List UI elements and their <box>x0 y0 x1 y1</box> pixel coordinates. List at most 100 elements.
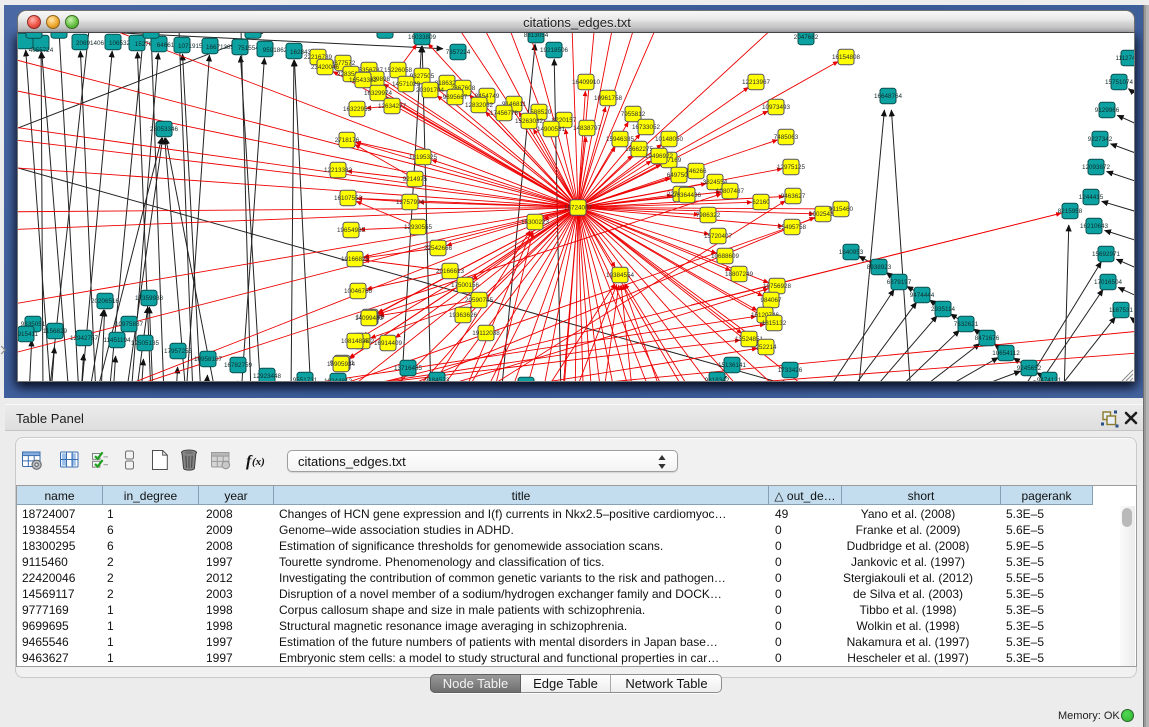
svg-text:14099483: 14099483 <box>355 315 384 322</box>
svg-text:16107553: 16107553 <box>334 195 363 202</box>
svg-text:20691406: 20691406 <box>76 40 105 47</box>
svg-text:12213967: 12213967 <box>742 79 771 86</box>
svg-text:16671385: 16671385 <box>206 44 235 51</box>
svg-text:19654985: 19654985 <box>337 227 366 234</box>
svg-text:9591862: 9591862 <box>263 47 288 54</box>
svg-text:9129966: 9129966 <box>1095 107 1120 114</box>
svg-text:1167531: 1167531 <box>1109 307 1134 314</box>
svg-text:16733052: 16733052 <box>632 124 661 131</box>
svg-text:15300223: 15300223 <box>521 219 550 226</box>
svg-text:8215958: 8215958 <box>1058 208 1083 215</box>
svg-text:252214: 252214 <box>755 344 777 351</box>
svg-text:10148050: 10148050 <box>655 136 684 143</box>
svg-text:19756928: 19756928 <box>763 283 792 290</box>
svg-text:17957255: 17957255 <box>164 348 193 355</box>
svg-text:11127434: 11127434 <box>1115 55 1135 62</box>
svg-text:22542666: 22542666 <box>424 245 453 252</box>
svg-text:16210643: 16210643 <box>1080 223 1109 230</box>
svg-text:10046766: 10046766 <box>344 288 373 295</box>
svg-text:9474121: 9474121 <box>1037 377 1062 382</box>
svg-text:17359938: 17359938 <box>135 295 164 302</box>
svg-text:17016504: 17016504 <box>1094 279 1123 286</box>
svg-text:12923448: 12923448 <box>253 373 282 380</box>
svg-text:9895667: 9895667 <box>443 94 468 101</box>
svg-text:8813054: 8813054 <box>524 33 549 39</box>
svg-text:9227342: 9227342 <box>1088 136 1113 143</box>
svg-text:19363626: 19363626 <box>449 312 478 319</box>
svg-text:28053346: 28053346 <box>150 126 179 133</box>
svg-text:14900581: 14900581 <box>537 126 566 133</box>
svg-text:19166825: 19166825 <box>341 256 370 263</box>
svg-text:10814825: 10814825 <box>341 338 370 345</box>
svg-text:12975125: 12975125 <box>777 164 806 171</box>
svg-text:984067: 984067 <box>760 297 782 304</box>
svg-text:9214975: 9214975 <box>403 176 428 183</box>
svg-text:10973493: 10973493 <box>762 104 791 111</box>
svg-text:14838797: 14838797 <box>573 125 602 132</box>
svg-text:1733426: 1733426 <box>778 367 803 374</box>
svg-text:9551731: 9551731 <box>293 377 318 382</box>
svg-text:9474444: 9474444 <box>910 292 935 299</box>
svg-text:20364436: 20364436 <box>673 192 702 199</box>
svg-text:18662275: 18662275 <box>625 146 654 153</box>
svg-text:62160: 62160 <box>752 199 770 206</box>
svg-text:12832052: 12832052 <box>465 102 494 109</box>
svg-text:19384554: 19384554 <box>606 272 635 279</box>
svg-text:12213382: 12213382 <box>324 167 353 174</box>
svg-text:9818342: 9818342 <box>705 377 730 382</box>
svg-text:1244415: 1244415 <box>1079 194 1104 201</box>
svg-text:10807487: 10807487 <box>716 188 745 195</box>
svg-text:15751074: 15751074 <box>1105 79 1134 86</box>
svg-text:9245652: 9245652 <box>1017 365 1042 372</box>
svg-text:10975887: 10975887 <box>115 321 144 328</box>
svg-text:16543382: 16543382 <box>349 77 378 84</box>
svg-text:18807249: 18807249 <box>725 271 754 278</box>
svg-text:23420046: 23420046 <box>311 64 340 71</box>
svg-text:18724007: 18724007 <box>564 205 593 212</box>
svg-text:2718176: 2718176 <box>335 137 360 144</box>
svg-text:15720407: 15720407 <box>704 233 733 240</box>
svg-text:7485063: 7485063 <box>774 134 799 141</box>
svg-text:16914409: 16914409 <box>374 340 403 347</box>
svg-text:17456778: 17456778 <box>490 110 519 117</box>
svg-text:16033809: 16033809 <box>408 34 437 41</box>
svg-text:746266: 746266 <box>685 168 707 175</box>
svg-text:8938923: 8938923 <box>867 264 892 271</box>
svg-text:10961758: 10961758 <box>594 95 623 102</box>
svg-text:(x): (x) <box>252 456 265 468</box>
svg-text:15946335: 15946335 <box>606 136 635 143</box>
svg-text:1156829: 1156829 <box>43 328 68 335</box>
svg-text:19112038: 19112038 <box>472 330 500 337</box>
svg-text:10958107: 10958107 <box>194 356 223 363</box>
svg-text:15226058: 15226058 <box>384 67 413 74</box>
svg-text:12505135: 12505135 <box>131 340 160 347</box>
svg-text:20590785: 20590785 <box>465 297 494 304</box>
svg-text:7986322: 7986322 <box>696 212 721 219</box>
svg-text:1640953: 1640953 <box>839 249 864 256</box>
svg-text:16648764: 16648764 <box>874 93 903 100</box>
svg-text:20391704: 20391704 <box>416 87 445 94</box>
svg-text:2935114: 2935114 <box>931 306 956 313</box>
svg-text:8471676: 8471676 <box>975 335 1000 342</box>
svg-text:12757924: 12757924 <box>396 199 425 206</box>
svg-text:12942757: 12942757 <box>70 335 99 342</box>
svg-text:10654112: 10654112 <box>992 350 1020 357</box>
svg-text:16329974: 16329974 <box>364 90 393 97</box>
svg-text:12634277: 12634277 <box>378 103 407 110</box>
svg-text:16782759: 16782759 <box>224 362 253 369</box>
svg-text:16409910: 16409910 <box>572 79 601 86</box>
svg-text:1815132: 1815132 <box>762 320 787 327</box>
svg-text:10496922: 10496922 <box>645 153 674 160</box>
svg-text:18195325: 18195325 <box>409 154 438 161</box>
svg-text:15263032: 15263032 <box>515 118 544 125</box>
svg-text:2047682: 2047682 <box>794 34 819 41</box>
svg-text:15495758: 15495758 <box>778 224 807 231</box>
svg-text:15692971: 15692971 <box>1092 251 1121 258</box>
svg-text:10688609: 10688609 <box>711 253 740 260</box>
svg-text:15136141: 15136141 <box>718 362 747 369</box>
svg-text:13716485: 13716485 <box>394 365 423 372</box>
svg-text:9463627: 9463627 <box>781 193 806 200</box>
svg-text:9115460: 9115460 <box>829 206 854 213</box>
svg-text:12930555: 12930555 <box>404 224 433 231</box>
svg-text:10244812: 10244812 <box>324 378 353 382</box>
